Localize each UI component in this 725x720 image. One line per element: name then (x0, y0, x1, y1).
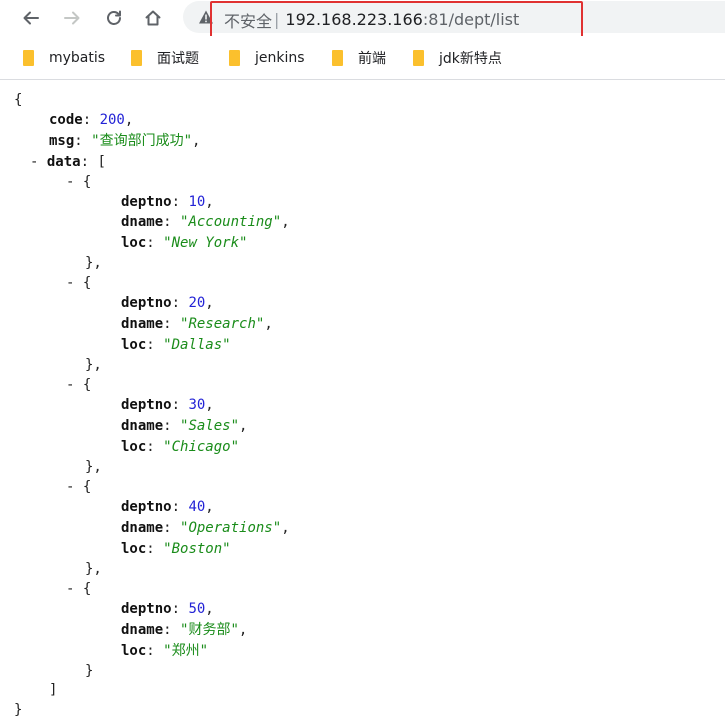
json-field-line: loc: "Boston" (121, 541, 231, 557)
json-value-deptno: 30 (188, 397, 206, 413)
json-key-dname: dname (121, 520, 164, 536)
folder-icon (131, 50, 142, 66)
json-field-line: deptno: 40, (121, 499, 214, 515)
json-item-open: - { (66, 581, 92, 597)
folder-icon (413, 50, 424, 66)
json-item-open: - { (66, 174, 92, 190)
json-key-loc: loc (121, 337, 147, 353)
url-host[interactable]: 192.168.223.166 (285, 10, 422, 29)
json-key-msg: msg (49, 133, 75, 149)
json-key-data: data (46, 154, 81, 170)
bookmark-label: jdk新特点 (439, 51, 502, 67)
folder-icon (23, 50, 34, 66)
json-key-loc: loc (121, 439, 147, 455)
reload-button[interactable] (100, 4, 128, 32)
json-key-dname: dname (121, 316, 164, 332)
json-key-deptno: deptno (121, 194, 172, 210)
json-field-line: deptno: 50, (121, 601, 214, 617)
json-value-dname: Accounting (188, 214, 273, 230)
json-data-line: - data: [ (30, 154, 106, 170)
json-value-code: 200 (99, 112, 125, 128)
json-value-dname: 财务部 (188, 622, 231, 638)
browser-toolbar: 不安全 | 192.168.223.166:81/dept/list (0, 0, 725, 38)
json-value-loc: Dallas (171, 337, 223, 353)
json-field-line: dname: "Sales", (121, 418, 248, 434)
url-highlight-box[interactable]: 不安全 | 192.168.223.166:81/dept/list (210, 1, 583, 38)
json-field-line: loc: "Chicago" (121, 439, 240, 455)
bookmark-label: mybatis (49, 50, 106, 66)
bookmark-mybatis[interactable]: mybatis (23, 46, 105, 70)
json-key-loc: loc (121, 541, 147, 557)
json-item-open: - { (66, 275, 92, 291)
json-value-dname: Sales (188, 418, 231, 434)
forward-button[interactable] (58, 4, 86, 32)
json-key-loc: loc (121, 643, 147, 659)
json-key-deptno: deptno (121, 397, 172, 413)
json-key-dname: dname (121, 418, 164, 434)
folder-icon (332, 50, 343, 66)
json-value-deptno: 20 (188, 295, 206, 311)
json-field-line: loc: "New York" (121, 235, 248, 251)
json-value-deptno: 10 (188, 194, 206, 210)
bookmark-label: jenkins (255, 50, 305, 66)
bookmark-jdk-features[interactable]: jdk新特点 (413, 46, 502, 70)
home-button[interactable] (139, 4, 167, 32)
bookmark-frontend[interactable]: 前端 (332, 46, 386, 70)
folder-icon (229, 50, 240, 66)
json-item-close: }, (85, 459, 102, 475)
json-value-msg: 查询部门成功 (99, 133, 184, 149)
json-field-line: dname: "Research", (121, 316, 273, 332)
json-key-dname: dname (121, 214, 164, 230)
json-item-close: }, (85, 561, 102, 577)
json-value-dname: Operations (188, 520, 273, 536)
json-item-open: - { (66, 479, 92, 495)
url-path[interactable]: :81/dept/list (423, 10, 519, 29)
json-key-deptno: deptno (121, 295, 172, 311)
json-field-line: dname: "财务部", (121, 622, 248, 638)
json-field-line: deptno: 30, (121, 397, 214, 413)
json-value-loc: New York (171, 235, 240, 251)
bookmarks-bar: mybatis 面试题 jenkins 前端 jdk新特点 (0, 36, 725, 80)
security-separator: | (274, 10, 280, 29)
json-value-deptno: 50 (188, 601, 206, 617)
bookmark-label: 前端 (358, 51, 386, 67)
forward-arrow-icon (64, 11, 80, 25)
back-arrow-icon (23, 11, 39, 25)
address-bar[interactable]: 不安全 | 192.168.223.166:81/dept/list (183, 1, 725, 38)
json-value-loc: Boston (171, 541, 223, 557)
json-value-loc: Chicago (171, 439, 231, 455)
json-value-loc: 郑州 (171, 643, 200, 659)
reload-icon (107, 10, 121, 25)
json-viewer: { code: 200, msg: "查询部门成功", - data: [ - … (0, 81, 725, 718)
json-item-close: }, (85, 255, 102, 271)
bookmark-label: 面试题 (157, 51, 199, 67)
json-key-code: code (49, 112, 83, 128)
back-button[interactable] (17, 4, 45, 32)
home-icon (145, 10, 161, 26)
json-item-open: - { (66, 377, 92, 393)
json-field-line: deptno: 10, (121, 194, 214, 210)
json-msg-line: msg: "查询部门成功", (49, 133, 201, 149)
json-field-line: dname: "Accounting", (121, 214, 290, 230)
json-item-close: }, (85, 357, 102, 373)
json-field-line: loc: "郑州" (121, 643, 209, 659)
json-item-close: } (85, 663, 94, 679)
json-array-close: ] (49, 682, 58, 698)
bookmark-jenkins[interactable]: jenkins (229, 46, 305, 70)
json-field-line: dname: "Operations", (121, 520, 290, 536)
json-code-line: code: 200, (49, 112, 134, 128)
json-close-brace: } (14, 702, 23, 718)
json-field-line: loc: "Dallas" (121, 337, 231, 353)
json-value-deptno: 40 (188, 499, 206, 515)
json-value-dname: Research (188, 316, 256, 332)
security-label[interactable]: 不安全 (224, 8, 272, 32)
json-field-line: deptno: 20, (121, 295, 214, 311)
json-key-dname: dname (121, 622, 164, 638)
json-key-deptno: deptno (121, 499, 172, 515)
json-key-loc: loc (121, 235, 147, 251)
json-key-deptno: deptno (121, 601, 172, 617)
bookmark-interview-questions[interactable]: 面试题 (131, 46, 199, 70)
json-open-brace: { (14, 92, 23, 108)
